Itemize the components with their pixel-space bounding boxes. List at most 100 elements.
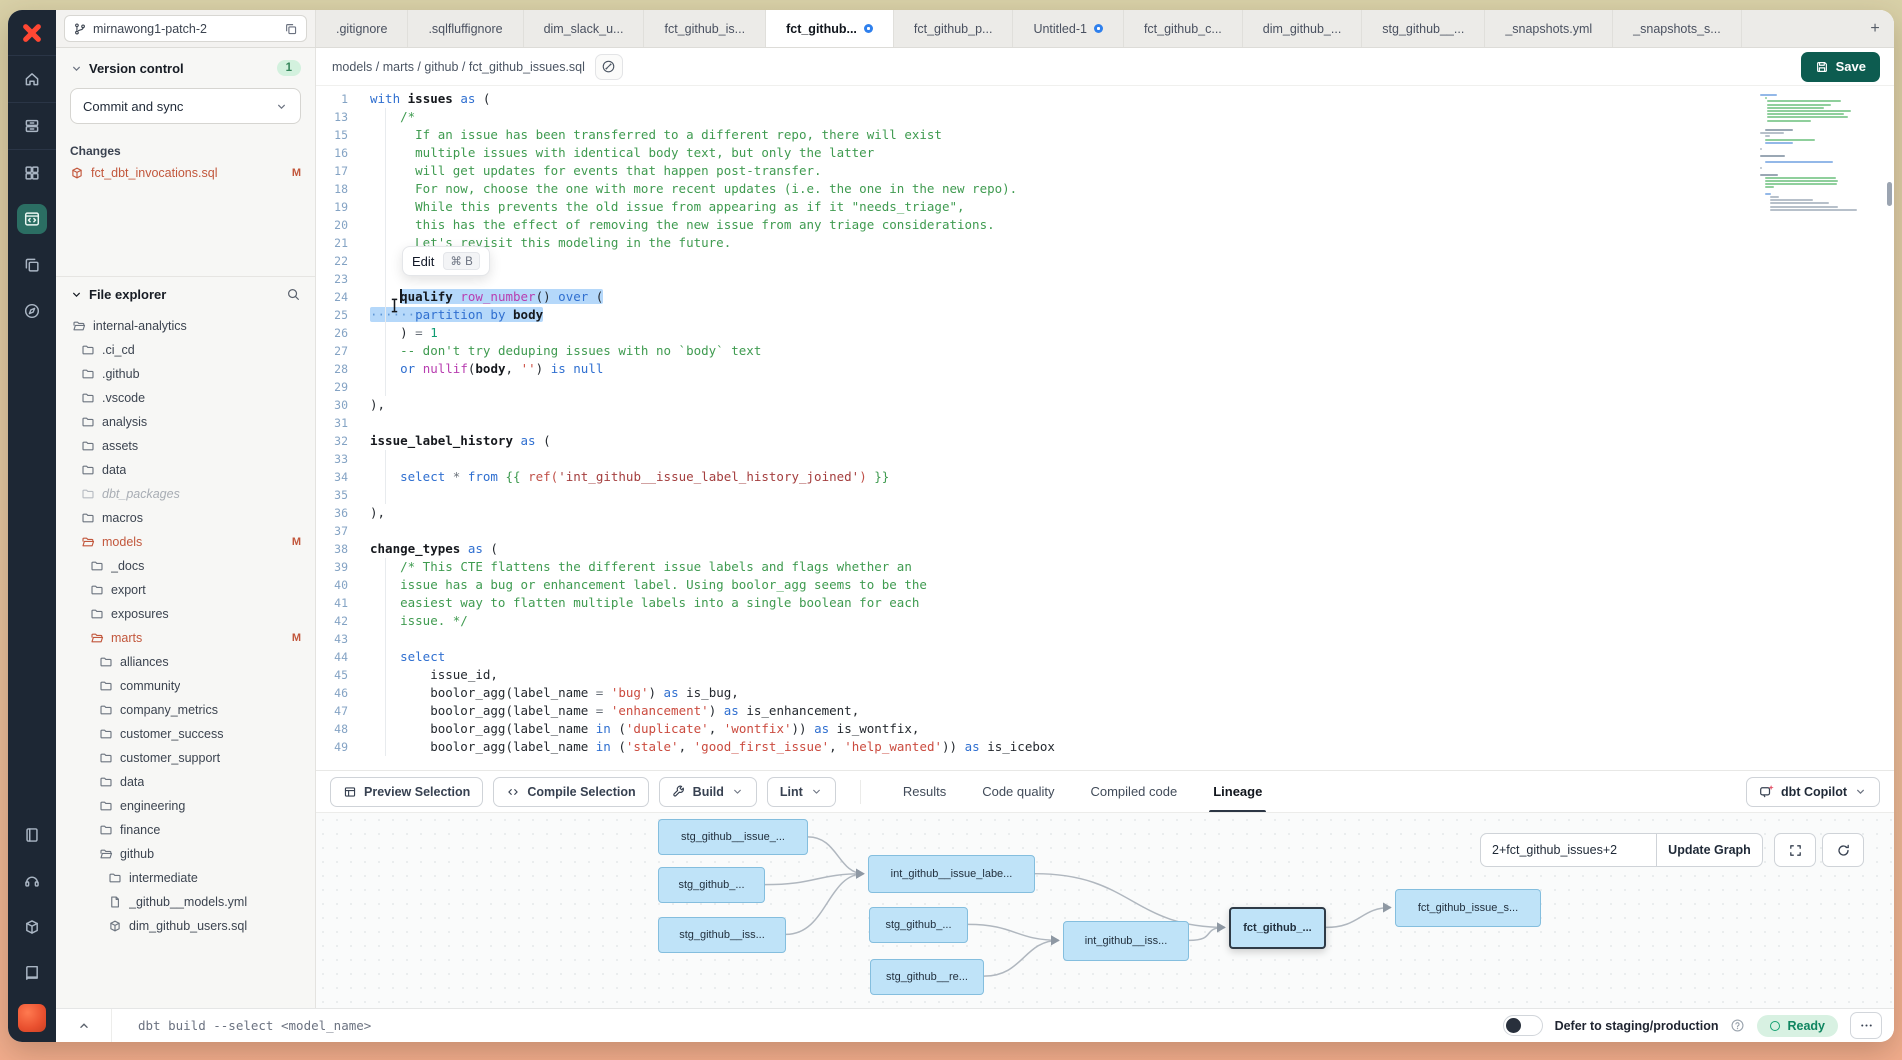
file-tree-item[interactable]: assets <box>56 434 315 458</box>
file-tree-item[interactable]: customer_success <box>56 722 315 746</box>
copy-icon[interactable] <box>284 22 298 36</box>
editor-tab[interactable]: _snapshots_s... <box>1613 10 1742 47</box>
code-line[interactable]: 31 <box>316 414 1894 432</box>
code-line[interactable]: 23 <box>316 270 1894 288</box>
file-tree-item[interactable]: dim_github_users.sql <box>56 914 315 938</box>
code-line[interactable]: 39 /* This CTE flattens the different is… <box>316 558 1894 576</box>
dbt-copilot-button[interactable]: dbt Copilot <box>1746 777 1880 807</box>
file-tree-item[interactable]: macros <box>56 506 315 530</box>
code-line[interactable]: 27 -- don't try deduping issues with no … <box>316 342 1894 360</box>
code-line[interactable]: 32 issue_label_history as ( <box>316 432 1894 450</box>
code-line[interactable]: 34 select * from {{ ref('int_github__iss… <box>316 468 1894 486</box>
package-icon[interactable] <box>8 904 56 950</box>
code-line[interactable]: 33 <box>316 450 1894 468</box>
code-line[interactable]: 28 or nullif(body, '') is null <box>316 360 1894 378</box>
search-icon[interactable] <box>286 287 301 302</box>
editor-tab[interactable]: fct_github_p... <box>894 10 1014 47</box>
file-tree-item[interactable]: _docs <box>56 554 315 578</box>
file-explorer-header[interactable]: File explorer <box>56 277 315 310</box>
file-lineage-icon[interactable] <box>595 54 623 80</box>
edit-selection-popup[interactable]: Edit ⌘ B <box>402 246 490 276</box>
code-line[interactable]: 40 issue has a bug or enhancement label.… <box>316 576 1894 594</box>
code-line[interactable]: 45 issue_id, <box>316 666 1894 684</box>
lineage-node[interactable]: fct_github_issue_s... <box>1395 889 1541 927</box>
file-tree-item[interactable]: models M <box>56 530 315 554</box>
refresh-icon[interactable] <box>1822 833 1864 867</box>
lineage-node[interactable]: stg_github_... <box>869 907 968 943</box>
file-tree-item[interactable]: .ci_cd <box>56 338 315 362</box>
lineage-node[interactable]: stg_github__re... <box>870 959 984 995</box>
status-badge[interactable]: Ready <box>1757 1015 1838 1037</box>
file-tree-item[interactable]: intermediate <box>56 866 315 890</box>
book-icon[interactable] <box>8 950 56 996</box>
code-line[interactable]: 24 qualify row_number() over ( <box>316 288 1894 306</box>
file-tree-item[interactable]: github <box>56 842 315 866</box>
code-line[interactable]: 44 select <box>316 648 1894 666</box>
panel-tab[interactable]: Code quality <box>978 771 1058 813</box>
file-tree-item[interactable]: company_metrics <box>56 698 315 722</box>
panel-tab[interactable]: Lineage <box>1209 771 1266 813</box>
panel-button[interactable]: Lint <box>767 777 836 807</box>
lineage-node[interactable]: int_github__issue_labe... <box>868 855 1035 893</box>
code-line[interactable]: 16 multiple issues with identical body t… <box>316 144 1894 162</box>
code-line[interactable]: 37 <box>316 522 1894 540</box>
file-tree-item[interactable]: dbt_packages <box>56 482 315 506</box>
lineage-node[interactable]: stg_github__iss... <box>658 917 786 953</box>
file-tree-item[interactable]: .vscode <box>56 386 315 410</box>
panel-button[interactable]: Preview Selection <box>330 777 483 807</box>
code-line[interactable]: 38 change_types as ( <box>316 540 1894 558</box>
editor-tab[interactable]: _snapshots.yml <box>1485 10 1613 47</box>
version-control-header[interactable]: Version control 1 <box>56 48 315 84</box>
code-line[interactable]: 36 ), <box>316 504 1894 522</box>
code-line[interactable]: 46 boolor_agg(label_name = 'bug') as is_… <box>316 684 1894 702</box>
file-tree-item[interactable]: _github__models.yml <box>56 890 315 914</box>
code-line[interactable]: 47 boolor_agg(label_name = 'enhancement'… <box>316 702 1894 720</box>
code-line[interactable]: 13 /* <box>316 108 1894 126</box>
file-tree-item[interactable]: community <box>56 674 315 698</box>
file-tree-item[interactable]: marts M <box>56 626 315 650</box>
headset-icon[interactable] <box>8 858 56 904</box>
file-tree-item[interactable]: data <box>56 770 315 794</box>
panel-tab[interactable]: Compiled code <box>1086 771 1181 813</box>
file-tree-item[interactable]: analysis <box>56 410 315 434</box>
panel-button[interactable]: Compile Selection <box>493 777 648 807</box>
panel-button[interactable]: Build <box>659 777 757 807</box>
file-tree-item[interactable]: customer_support <box>56 746 315 770</box>
file-tree-item[interactable]: finance <box>56 818 315 842</box>
update-graph-button[interactable]: Update Graph <box>1657 833 1763 867</box>
dbt-logo-icon[interactable] <box>8 10 56 56</box>
file-tree-item[interactable]: alliances <box>56 650 315 674</box>
file-tree-item[interactable]: exposures <box>56 602 315 626</box>
file-tree-item[interactable]: internal-analytics <box>56 314 315 338</box>
file-tree-item[interactable]: engineering <box>56 794 315 818</box>
changed-file-item[interactable]: fct_dbt_invocations.sqlM <box>56 162 315 184</box>
commit-and-sync-button[interactable]: Commit and sync <box>70 88 301 124</box>
journal-icon[interactable] <box>8 812 56 858</box>
code-line[interactable]: 42 issue. */ <box>316 612 1894 630</box>
user-avatar[interactable] <box>18 1004 46 1032</box>
overflow-menu-button[interactable] <box>1850 1012 1882 1039</box>
code-line[interactable]: 15 If an issue has been transferred to a… <box>316 126 1894 144</box>
lineage-node[interactable]: stg_github_... <box>658 867 765 903</box>
editor-tab[interactable]: .gitignore <box>316 10 408 47</box>
code-line[interactable]: 43 <box>316 630 1894 648</box>
minimap[interactable] <box>1760 94 1878 212</box>
command-input[interactable]: dbt build --select <model_name> <box>112 1018 371 1033</box>
lineage-canvas[interactable]: 2+fct_github_issues+2 Update Graph stg_g… <box>316 812 1894 1008</box>
help-icon[interactable] <box>1730 1018 1745 1033</box>
file-tree-item[interactable]: .github <box>56 362 315 386</box>
editor-tab[interactable]: Untitled-1 <box>1013 10 1124 47</box>
editor-tab[interactable]: stg_github__... <box>1362 10 1485 47</box>
code-line[interactable]: 25 ······partition by body <box>316 306 1894 324</box>
code-line[interactable]: 18 For now, choose the one with more rec… <box>316 180 1894 198</box>
edit-popup-label[interactable]: Edit <box>412 254 434 269</box>
code-line[interactable]: 20 this has the effect of removing the n… <box>316 216 1894 234</box>
new-tab-button[interactable]: + <box>1856 10 1894 47</box>
archive-icon[interactable] <box>8 103 56 149</box>
code-line[interactable]: 19 While this prevents the old issue fro… <box>316 198 1894 216</box>
code-editor[interactable]: Edit ⌘ B 1 with issues as ( 13 /* 15 If … <box>316 86 1894 770</box>
lineage-node[interactable]: stg_github__issue_... <box>658 819 808 855</box>
lineage-node[interactable]: fct_github_... <box>1229 907 1326 949</box>
branch-selector[interactable]: mirnawong1-patch-2 <box>64 15 307 42</box>
editor-tab[interactable]: fct_github... <box>766 10 894 47</box>
